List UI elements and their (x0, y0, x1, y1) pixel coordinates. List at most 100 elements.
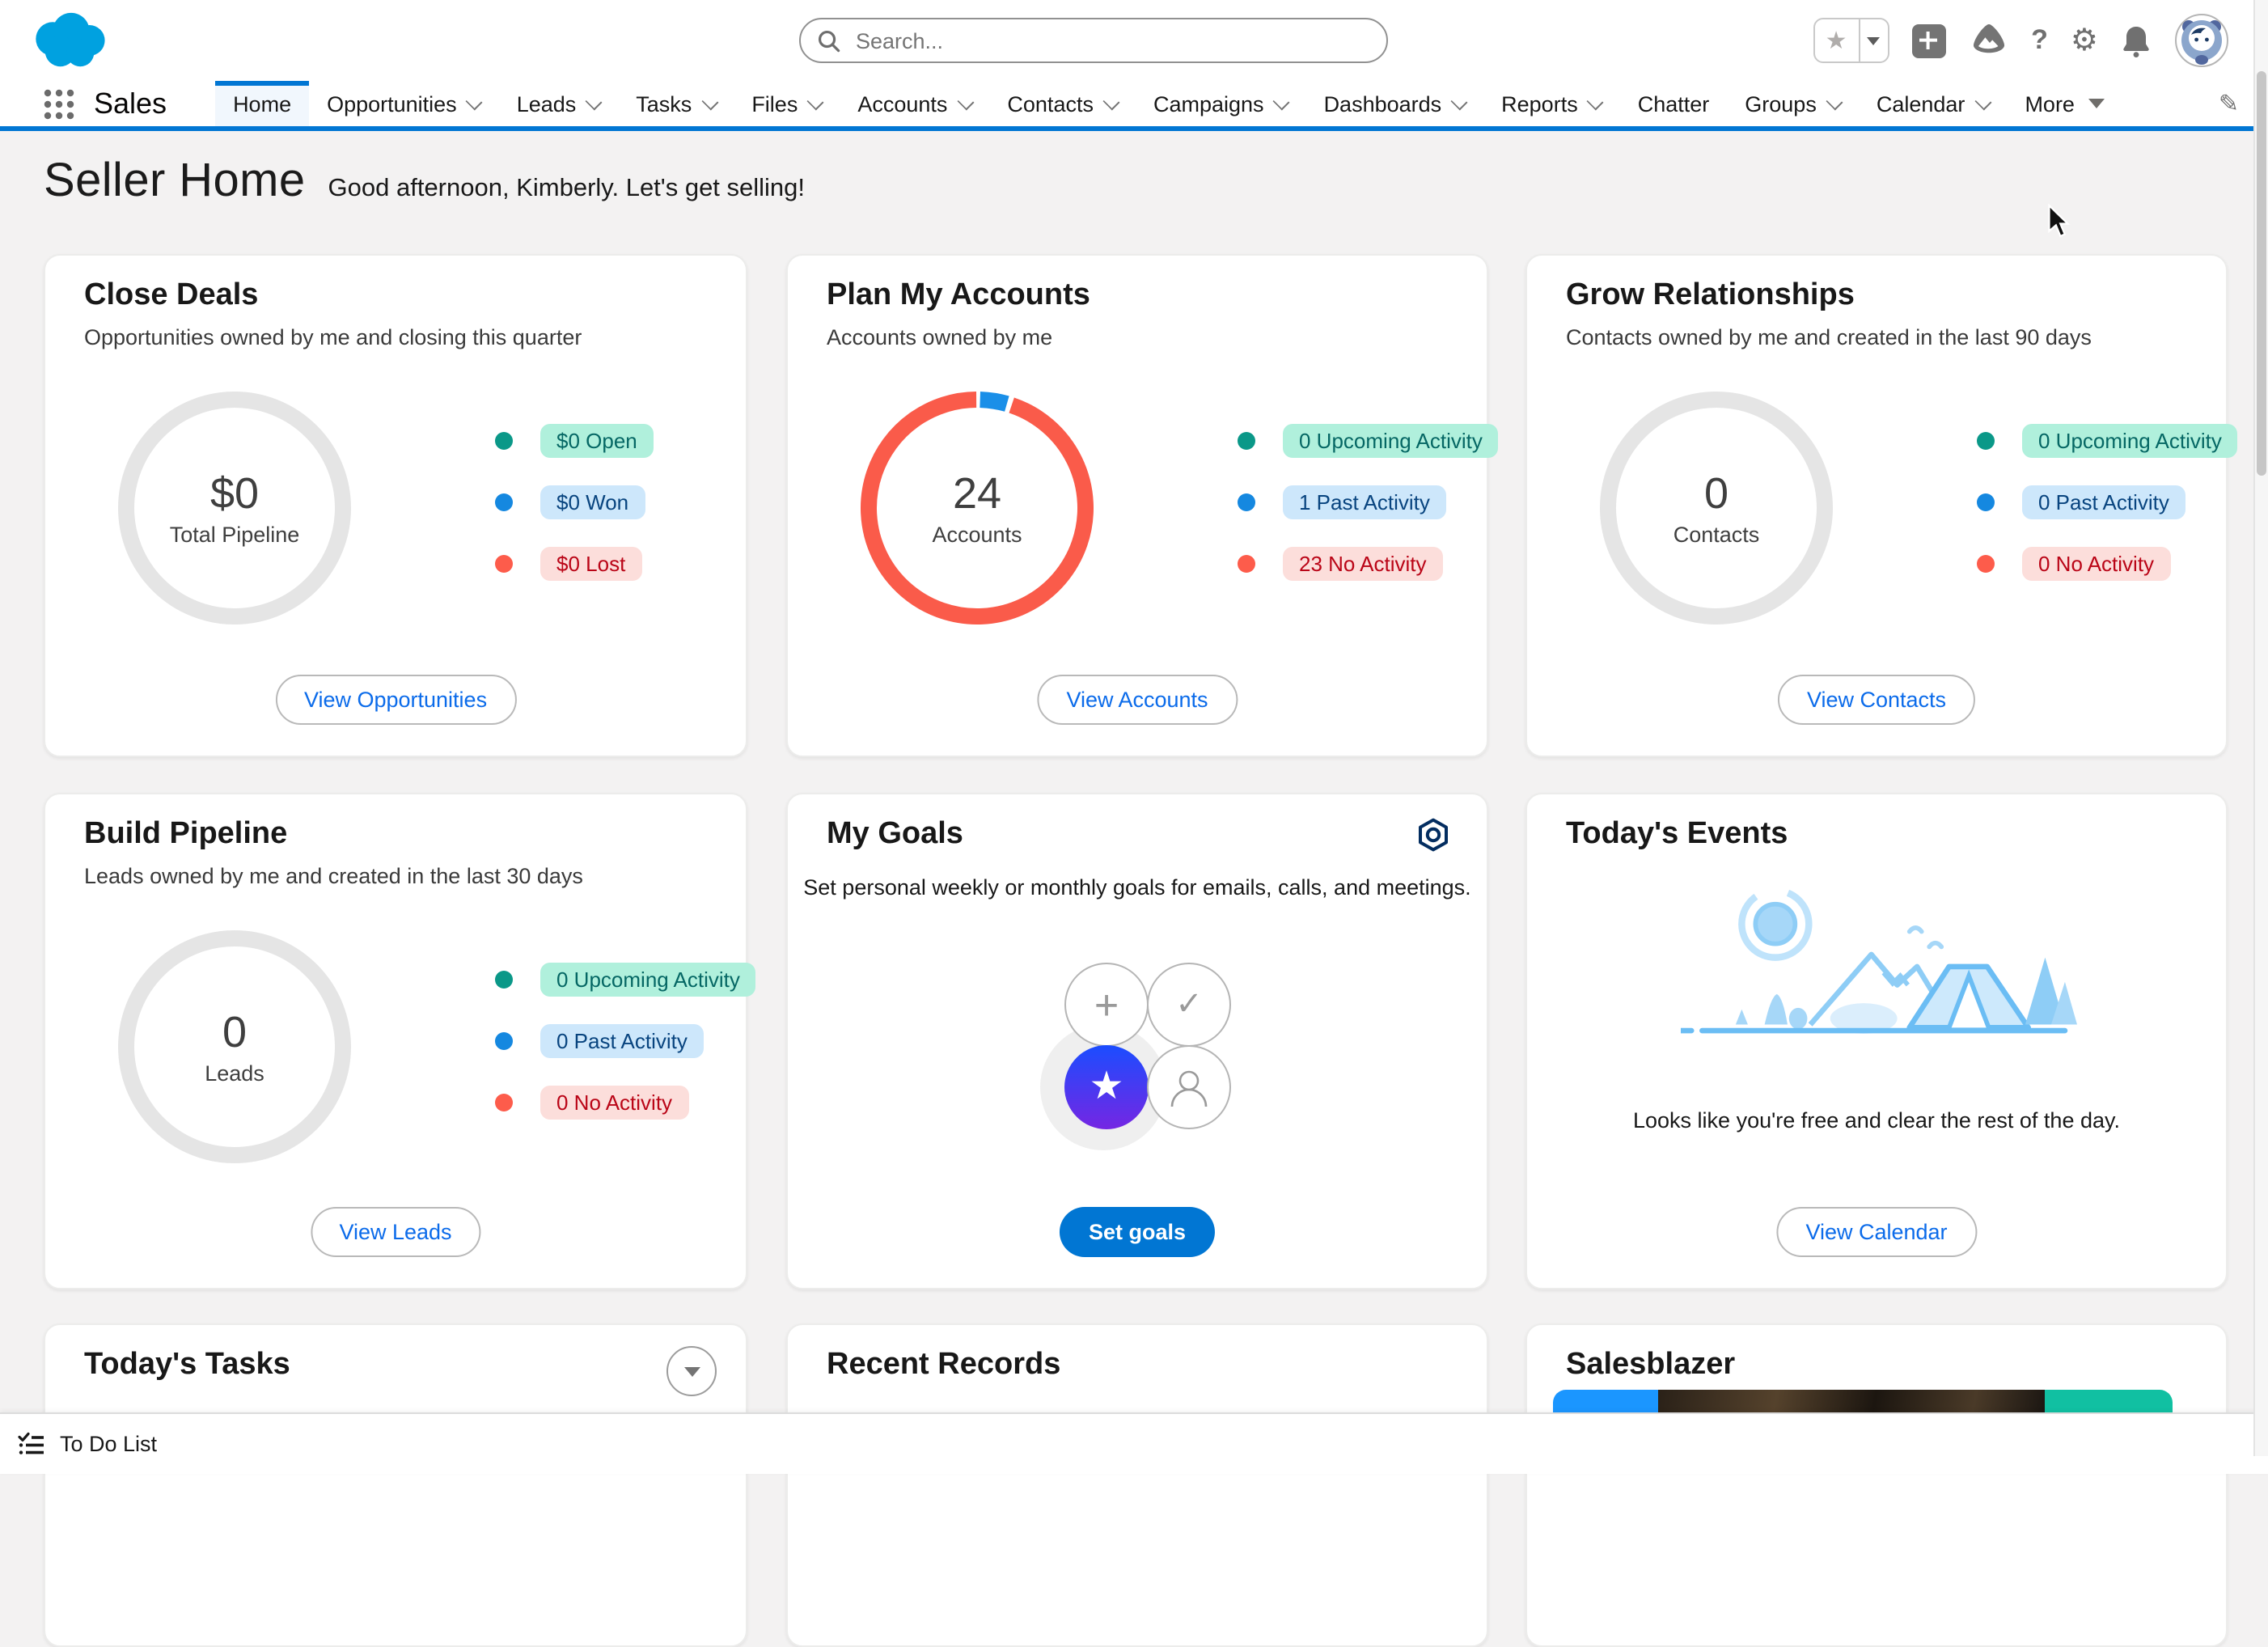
legend-badge: 0 Upcoming Activity (540, 962, 756, 996)
donut-label: Accounts (932, 523, 1022, 547)
chevron-down-icon[interactable] (1103, 93, 1120, 110)
seller-home-page: ★ ? ⚙ (0, 0, 2268, 1456)
chevron-down-icon[interactable] (1826, 93, 1843, 110)
view-accounts-button[interactable]: View Accounts (1037, 675, 1237, 725)
tasks-dropdown-button[interactable] (666, 1346, 717, 1396)
card-title: Today's Events (1566, 817, 1788, 853)
tab-accounts[interactable]: Accounts (840, 81, 989, 126)
setup-gear-icon[interactable]: ⚙ (2071, 25, 2098, 56)
salesblazer-card: Salesblazer (1525, 1323, 2228, 1647)
legend-item: 0 No Activity (495, 1084, 756, 1120)
view-calendar-button[interactable]: View Calendar (1776, 1207, 1976, 1257)
legend-badge: $0 Open (540, 423, 654, 457)
tab-leads[interactable]: Leads (499, 81, 619, 126)
quick-create-plus-icon[interactable] (1911, 23, 1945, 57)
legend-item: 0 No Activity (1977, 545, 2238, 581)
close-deals-card: Close Deals Opportunities owned by me an… (44, 254, 747, 757)
chevron-down-icon[interactable] (807, 93, 824, 110)
tab-home[interactable]: Home (215, 81, 309, 126)
tab-more[interactable]: More (2007, 81, 2123, 126)
legend-item: $0 Won (495, 484, 654, 519)
legend-badge: 0 Upcoming Activity (1283, 423, 1499, 457)
legend-item: 0 Past Activity (1977, 484, 2238, 519)
chevron-down-icon[interactable] (957, 93, 974, 110)
global-search[interactable] (799, 18, 1388, 63)
help-icon[interactable]: ? (2031, 24, 2048, 57)
goal-settings-icon[interactable] (1415, 817, 1451, 853)
blue-dot-icon (1238, 493, 1255, 510)
set-goals-button[interactable]: Set goals (1060, 1207, 1215, 1257)
legend-badge: 0 No Activity (2022, 546, 2170, 580)
todays-events-card: Today's Events Looks like you're free an… (1525, 793, 2228, 1289)
chevron-down-icon[interactable] (586, 93, 603, 110)
greeting-text: Good afternoon, Kimberly. Let's get sell… (328, 175, 806, 204)
view-contacts-button[interactable]: View Contacts (1778, 675, 1975, 725)
todays-tasks-card: Today's Tasks (44, 1323, 747, 1647)
view-leads-button[interactable]: View Leads (310, 1207, 480, 1257)
grow-relationships-card: Grow Relationships Contacts owned by me … (1525, 254, 2228, 757)
salesforce-logo[interactable] (29, 11, 110, 70)
tab-dashboards[interactable]: Dashboards (1306, 81, 1484, 126)
notifications-bell-icon[interactable] (2121, 23, 2152, 57)
app-navigation-bar: Sales Home Opportunities Leads Tasks Fil… (0, 81, 2268, 131)
chevron-down-icon[interactable] (1451, 93, 1468, 110)
chevron-down-icon (683, 1366, 700, 1376)
red-dot-icon (1238, 554, 1255, 572)
legend-item: 0 Past Activity (495, 1022, 756, 1058)
goals-description: Set personal weekly or monthly goals for… (788, 875, 1487, 900)
legend-badge: $0 Won (540, 485, 645, 519)
legend-badge: $0 Lost (540, 546, 641, 580)
card-title: Close Deals (84, 278, 258, 314)
chevron-down-icon[interactable] (1974, 93, 1991, 110)
star-icon: ★ (1089, 1068, 1123, 1107)
search-input[interactable] (853, 27, 1370, 54)
legend-badge: 0 No Activity (540, 1085, 688, 1119)
chevron-down-icon[interactable] (466, 93, 483, 110)
person-icon (1165, 1063, 1213, 1111)
tab-chatter[interactable]: Chatter (1620, 81, 1728, 126)
donut-label: Leads (205, 1061, 264, 1086)
tab-campaigns[interactable]: Campaigns (1136, 81, 1306, 126)
legend-badge: 1 Past Activity (1283, 485, 1446, 519)
card-subtitle: Leads owned by me and created in the las… (84, 864, 583, 888)
utility-bar: To Do List (0, 1412, 2268, 1474)
chevron-down-icon[interactable] (701, 93, 718, 110)
goal-star-circle: ★ (1064, 1045, 1149, 1129)
chevron-down-icon[interactable] (1273, 93, 1290, 110)
tab-contacts[interactable]: Contacts (989, 81, 1136, 126)
scrollbar-thumb[interactable] (2257, 71, 2266, 476)
pipeline-donut-chart: $0 Total Pipeline (113, 387, 356, 629)
trailhead-icon[interactable] (1968, 21, 2008, 60)
favorites-dropdown-icon[interactable] (1858, 19, 1887, 61)
todo-list-icon (18, 1432, 45, 1456)
donut-label: Contacts (1673, 523, 1760, 547)
tab-calendar[interactable]: Calendar (1859, 81, 2008, 126)
tab-groups[interactable]: Groups (1727, 81, 1859, 126)
todo-list-item[interactable]: To Do List (60, 1432, 157, 1456)
tab-files[interactable]: Files (734, 81, 840, 126)
tab-opportunities[interactable]: Opportunities (309, 81, 499, 126)
leads-donut-chart: 0 Leads (113, 925, 356, 1168)
view-opportunities-button[interactable]: View Opportunities (275, 675, 516, 725)
favorite-star-icon[interactable]: ★ (1814, 19, 1858, 61)
edit-nav-pencil-icon[interactable]: ✎ (2219, 81, 2239, 126)
tab-reports[interactable]: Reports (1483, 81, 1620, 126)
card-title: Today's Tasks (84, 1348, 290, 1383)
favorites-button[interactable]: ★ (1813, 18, 1889, 63)
chevron-down-icon[interactable] (1587, 93, 1604, 110)
blue-dot-icon (1977, 493, 1995, 510)
donut-value: $0 (210, 469, 259, 519)
user-avatar[interactable] (2174, 13, 2229, 68)
donut-label: Total Pipeline (170, 523, 300, 547)
plan-my-accounts-card: Plan My Accounts Accounts owned by me 24… (786, 254, 1488, 757)
red-dot-icon (1977, 554, 1995, 572)
more-dropdown-icon[interactable] (2089, 99, 2105, 108)
card-title: Plan My Accounts (827, 278, 1090, 314)
teal-dot-icon (495, 970, 513, 988)
page-scrollbar[interactable] (2253, 0, 2268, 1456)
tab-tasks[interactable]: Tasks (618, 81, 734, 126)
app-launcher-icon[interactable] (44, 81, 74, 126)
teal-dot-icon (1977, 431, 1995, 449)
app-name: Sales (94, 81, 167, 126)
check-icon: ✓ (1175, 989, 1203, 1021)
